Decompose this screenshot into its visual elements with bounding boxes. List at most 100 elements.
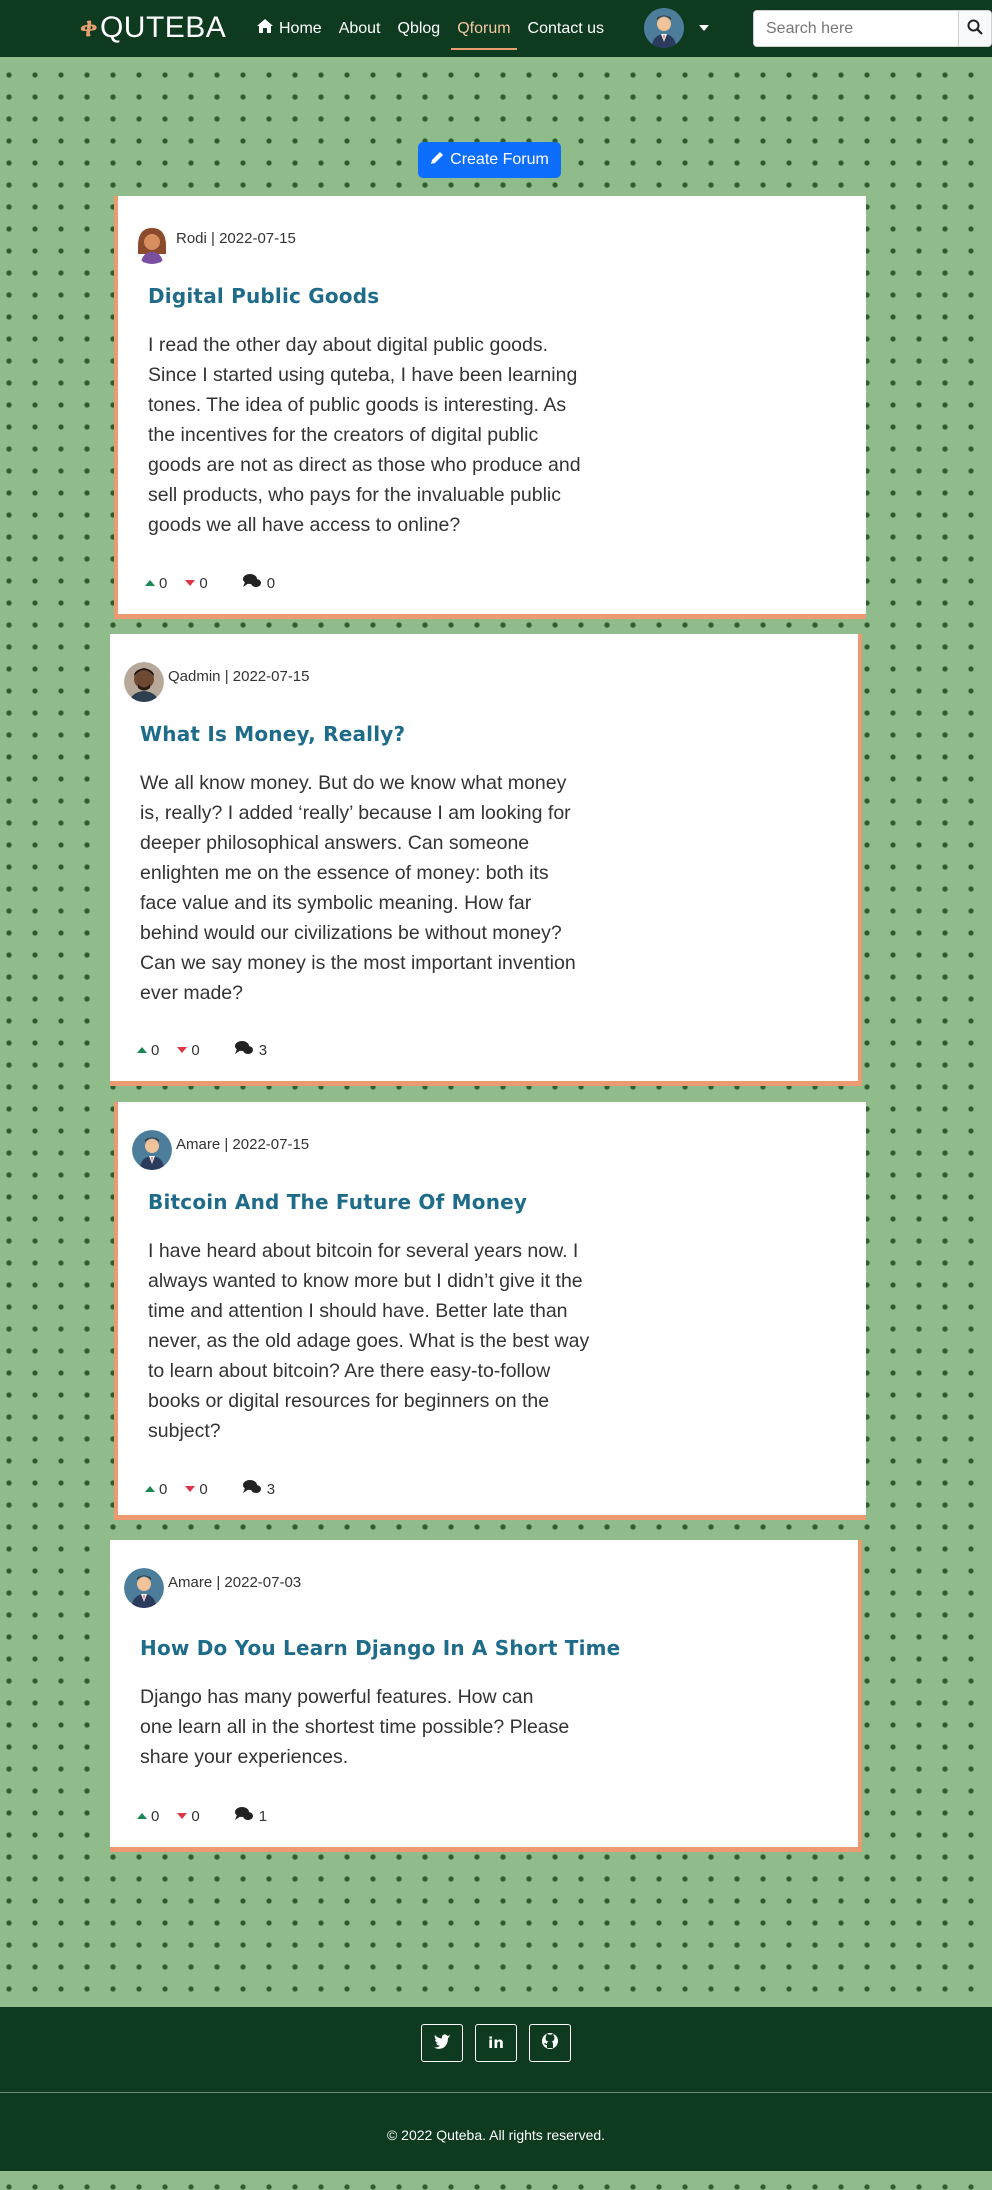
post-meta: Rodi | 2022-07-15 [176,229,296,247]
search-input[interactable] [753,10,960,47]
downvote-count: 0 [191,1807,200,1825]
downvote-count: 0 [199,574,208,592]
upvote-icon [137,1047,147,1053]
github-icon [541,2032,559,2055]
navbar: ቀ QUTEBA Home About Qblog Qforum Contact… [0,0,992,57]
post-date: 2022-07-03 [224,1573,302,1591]
brand-name: QUTEBA [99,11,227,44]
comments-button[interactable]: 0 [242,573,275,593]
post-body: I read the other day about digital publi… [148,334,581,536]
forum-post-card[interactable]: Rodi | 2022-07-15 Digital Public Goods I… [114,196,866,619]
copyright-text: 2022 Quteba. All rights reserved. [401,2127,606,2143]
post-title[interactable]: Digital Public Goods [148,284,379,308]
downvote-button[interactable]: 0 [177,1041,200,1059]
user-menu-caret[interactable] [699,25,709,31]
post-date: 2022-07-15 [232,667,310,685]
user-avatar[interactable] [644,8,684,48]
brand-mark: ቀ [80,12,98,42]
copyright: © 2022 Quteba. All rights reserved. [0,2127,992,2143]
author-avatar[interactable] [132,224,172,264]
nav-qblog[interactable]: Qblog [398,0,441,57]
nav-home-label: Home [279,19,322,37]
upvote-button[interactable]: 0 [137,1042,159,1059]
downvote-icon [185,580,196,586]
upvote-button[interactable]: 0 [137,1808,159,1825]
create-forum-label: Create Forum [450,151,549,168]
comments-button[interactable]: 3 [234,1040,267,1060]
upvote-icon [145,580,155,586]
upvote-icon [145,1486,155,1492]
forum-post-card[interactable]: Qadmin | 2022-07-15 What Is Money, Reall… [110,634,862,1086]
comments-button[interactable]: 1 [234,1806,267,1826]
copyright-icon: © [386,2127,398,2143]
post-header: Amare | 2022-07-03 [124,1568,301,1608]
post-actions: 0 0 0 [145,573,275,593]
upvote-icon [137,1813,147,1819]
upvote-count: 0 [151,1807,160,1825]
post-title[interactable]: What Is Money, Really? [140,722,405,746]
post-title[interactable]: How Do You Learn Django In A Short Time [140,1636,620,1660]
twitter-button[interactable] [421,2024,463,2062]
footer-divider [0,2092,992,2093]
downvote-icon [185,1486,196,1492]
footer: in © 2022 Quteba. All rights reserved. [0,2007,992,2171]
downvote-icon [177,1813,188,1819]
author-avatar[interactable] [124,662,164,702]
upvote-count: 0 [159,574,168,592]
post-meta: Amare | 2022-07-15 [176,1135,310,1153]
linkedin-button[interactable]: in [475,2024,517,2062]
post-date: 2022-07-15 [232,1135,310,1153]
author-name[interactable]: Qadmin [168,668,221,685]
downvote-button[interactable]: 0 [177,1807,200,1825]
downvote-count: 0 [199,1480,208,1498]
nav-qforum[interactable]: Qforum [451,0,517,57]
twitter-icon [433,2033,451,2054]
linkedin-icon: in [488,2034,504,2052]
comments-button[interactable]: 3 [242,1479,275,1499]
author-name[interactable]: Amare [176,1136,220,1153]
post-header: Rodi | 2022-07-15 [132,224,296,264]
forum-post-card[interactable]: Amare | 2022-07-03 How Do You Learn Djan… [110,1540,862,1852]
comments-count: 3 [266,1480,276,1498]
post-title[interactable]: Bitcoin And The Future Of Money [148,1190,527,1214]
author-name[interactable]: Rodi [176,230,207,247]
post-meta: Qadmin | 2022-07-15 [168,667,310,685]
post-actions: 0 0 1 [137,1806,267,1826]
comments-count: 3 [258,1041,268,1059]
forum-post-card[interactable]: Amare | 2022-07-15 Bitcoin And The Futur… [114,1102,866,1520]
nav-links: Home About Qblog Qforum Contact us [256,0,621,57]
social-links: in [421,2024,571,2062]
comments-icon [234,1040,254,1060]
comments-icon [234,1806,254,1826]
pencil-icon [430,151,444,170]
search-button[interactable] [958,10,992,47]
author-avatar[interactable] [124,1568,164,1608]
home-icon [256,18,274,39]
downvote-button[interactable]: 0 [185,1480,208,1498]
downvote-count: 0 [191,1041,200,1059]
downvote-icon [177,1047,188,1053]
post-actions: 0 0 3 [137,1040,267,1060]
post-meta: Amare | 2022-07-03 [168,1573,302,1591]
create-forum-button[interactable]: Create Forum [418,142,561,178]
comments-count: 0 [266,574,276,592]
post-date: 2022-07-15 [219,229,296,247]
upvote-count: 0 [151,1041,160,1059]
author-avatar[interactable] [132,1130,172,1170]
post-body: We all know money. But do we know what m… [140,772,576,1004]
downvote-button[interactable]: 0 [185,574,208,592]
brand-logo[interactable]: ቀ QUTEBA [80,11,226,45]
nav-about[interactable]: About [339,0,381,57]
author-name[interactable]: Amare [168,1574,212,1591]
upvote-button[interactable]: 0 [145,575,167,592]
github-button[interactable] [529,2024,571,2062]
post-body: I have heard about bitcoin for several y… [148,1240,590,1442]
post-body: Django has many powerful features. How c… [140,1686,570,1768]
upvote-count: 0 [159,1480,168,1498]
upvote-button[interactable]: 0 [145,1481,167,1498]
search-icon [967,19,983,38]
nav-contact[interactable]: Contact us [528,0,604,57]
comments-icon [242,1479,262,1499]
nav-home[interactable]: Home [256,0,322,57]
post-actions: 0 0 3 [145,1479,275,1499]
